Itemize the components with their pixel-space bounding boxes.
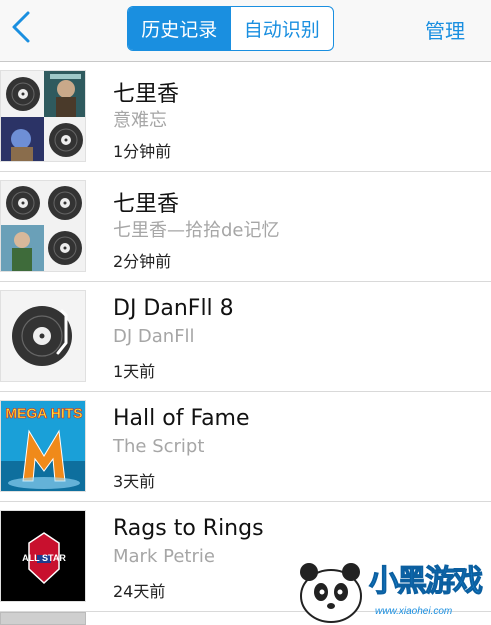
- artist-name: The Script: [113, 436, 205, 457]
- album-art: [0, 612, 86, 625]
- vinyl-record-icon: [5, 77, 40, 111]
- timestamp: 1天前: [113, 362, 156, 381]
- list-item[interactable]: 七里香 七里香—拾拾de记忆 2分钟前: [0, 172, 491, 282]
- tab-history[interactable]: 历史记录: [128, 7, 231, 50]
- song-title: 七里香: [113, 192, 180, 217]
- song-title: Rags to Rings: [113, 516, 264, 541]
- panda-icon: [300, 563, 362, 623]
- album-art: MEGA HITS: [0, 400, 86, 492]
- watermark-url: www.xiaohei.com: [375, 606, 453, 617]
- artist-name: 意难忘: [113, 110, 167, 131]
- watermark-logo: 小黑游戏 www.xiaohei.com: [291, 550, 491, 625]
- vinyl-record-icon: [48, 123, 83, 157]
- album-art-grid: [0, 180, 86, 272]
- album-art-grid: [0, 70, 86, 162]
- turntable-record-icon: [12, 306, 72, 366]
- timestamp: 3天前: [113, 472, 156, 491]
- tab-auto-recognize[interactable]: 自动识别: [231, 7, 334, 50]
- list-item[interactable]: DJ DanFll 8 DJ DanFll 1天前: [0, 282, 491, 392]
- segmented-control: 历史记录 自动识别: [127, 6, 334, 51]
- navigation-bar: 历史记录 自动识别 管理: [0, 0, 491, 62]
- artist-name: 七里香—拾拾de记忆: [113, 220, 280, 241]
- album-cover-image: [44, 71, 85, 117]
- artist-name: Mark Petrie: [113, 546, 215, 567]
- back-button[interactable]: [8, 10, 38, 44]
- album-cover-image: [1, 117, 44, 161]
- vinyl-record-icon: [47, 231, 82, 265]
- watermark-brand: 小黑游戏: [369, 564, 484, 600]
- album-cover-image: [1, 225, 44, 271]
- timestamp: 2分钟前: [113, 252, 172, 271]
- timestamp: 1分钟前: [113, 142, 172, 161]
- album-cover-image: MEGA HITS: [1, 401, 85, 491]
- song-title: 七里香: [113, 82, 180, 107]
- album-cover-image: ALL STAR: [1, 511, 85, 601]
- cover-title-text: MEGA HITS: [5, 405, 82, 421]
- chevron-left-icon: [12, 11, 30, 43]
- list-item[interactable]: 七里香 意难忘 1分钟前: [0, 62, 491, 172]
- cover-title-text: ALL STAR: [22, 553, 66, 563]
- manage-button[interactable]: 管理: [425, 15, 465, 44]
- artist-name: DJ DanFll: [113, 326, 195, 347]
- song-title: Hall of Fame: [113, 406, 250, 431]
- song-title: DJ DanFll 8: [113, 296, 234, 321]
- history-list: 七里香 意难忘 1分钟前 七里香 七里香—拾拾de记忆 2分钟前 DJ DanF…: [0, 62, 491, 612]
- vinyl-record-icon: [5, 186, 40, 220]
- album-art: [0, 290, 86, 382]
- vinyl-record-icon: [47, 186, 82, 220]
- list-item[interactable]: MEGA HITS Hall of Fame The Script 3天前: [0, 392, 491, 502]
- timestamp: 24天前: [113, 582, 166, 601]
- album-art: ALL STAR: [0, 510, 86, 602]
